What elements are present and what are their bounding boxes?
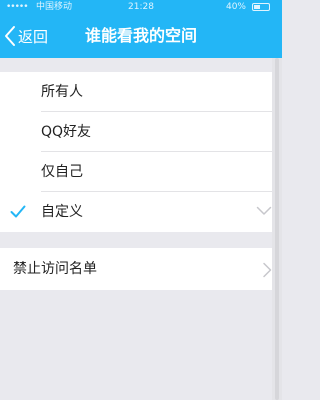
- option-label: 仅自己: [41, 164, 83, 180]
- scrollbar[interactable]: [272, 58, 282, 400]
- scrollbar-thumb[interactable]: [275, 58, 279, 400]
- chevron-down-icon[interactable]: [256, 206, 272, 216]
- battery-icon: [252, 3, 270, 11]
- option-custom[interactable]: 自定义: [0, 192, 272, 232]
- blocked-list-section: 禁止访问名单: [0, 248, 272, 290]
- blocked-list-label: 禁止访问名单: [13, 261, 97, 277]
- blocked-list-row[interactable]: 禁止访问名单: [0, 249, 272, 289]
- back-label: 返回: [18, 27, 49, 46]
- checkmark-icon: [10, 205, 26, 218]
- option-everyone[interactable]: 所有人: [0, 72, 272, 112]
- battery-fill: [254, 5, 260, 9]
- option-label: 所有人: [41, 84, 83, 100]
- visibility-options-list: 所有人 QQ好友 仅自己 自定义: [0, 72, 272, 232]
- option-only-me[interactable]: 仅自己: [0, 152, 272, 192]
- battery-percent: 40%: [225, 2, 246, 12]
- option-label: 自定义: [41, 204, 83, 220]
- chevron-left-icon: [5, 26, 15, 46]
- option-label: QQ好友: [41, 124, 92, 140]
- status-bar: ••••• 中国移动 21:28 40%: [0, 0, 282, 14]
- navigation-bar: 返回 谁能看我的空间: [0, 14, 282, 58]
- option-qq-friends[interactable]: QQ好友: [0, 112, 272, 152]
- chevron-right-icon: [263, 262, 272, 278]
- screen: ••••• 中国移动 21:28 40% 返回 谁能看我的空间 所有人 QQ好友…: [0, 0, 282, 400]
- back-button[interactable]: 返回: [4, 22, 48, 50]
